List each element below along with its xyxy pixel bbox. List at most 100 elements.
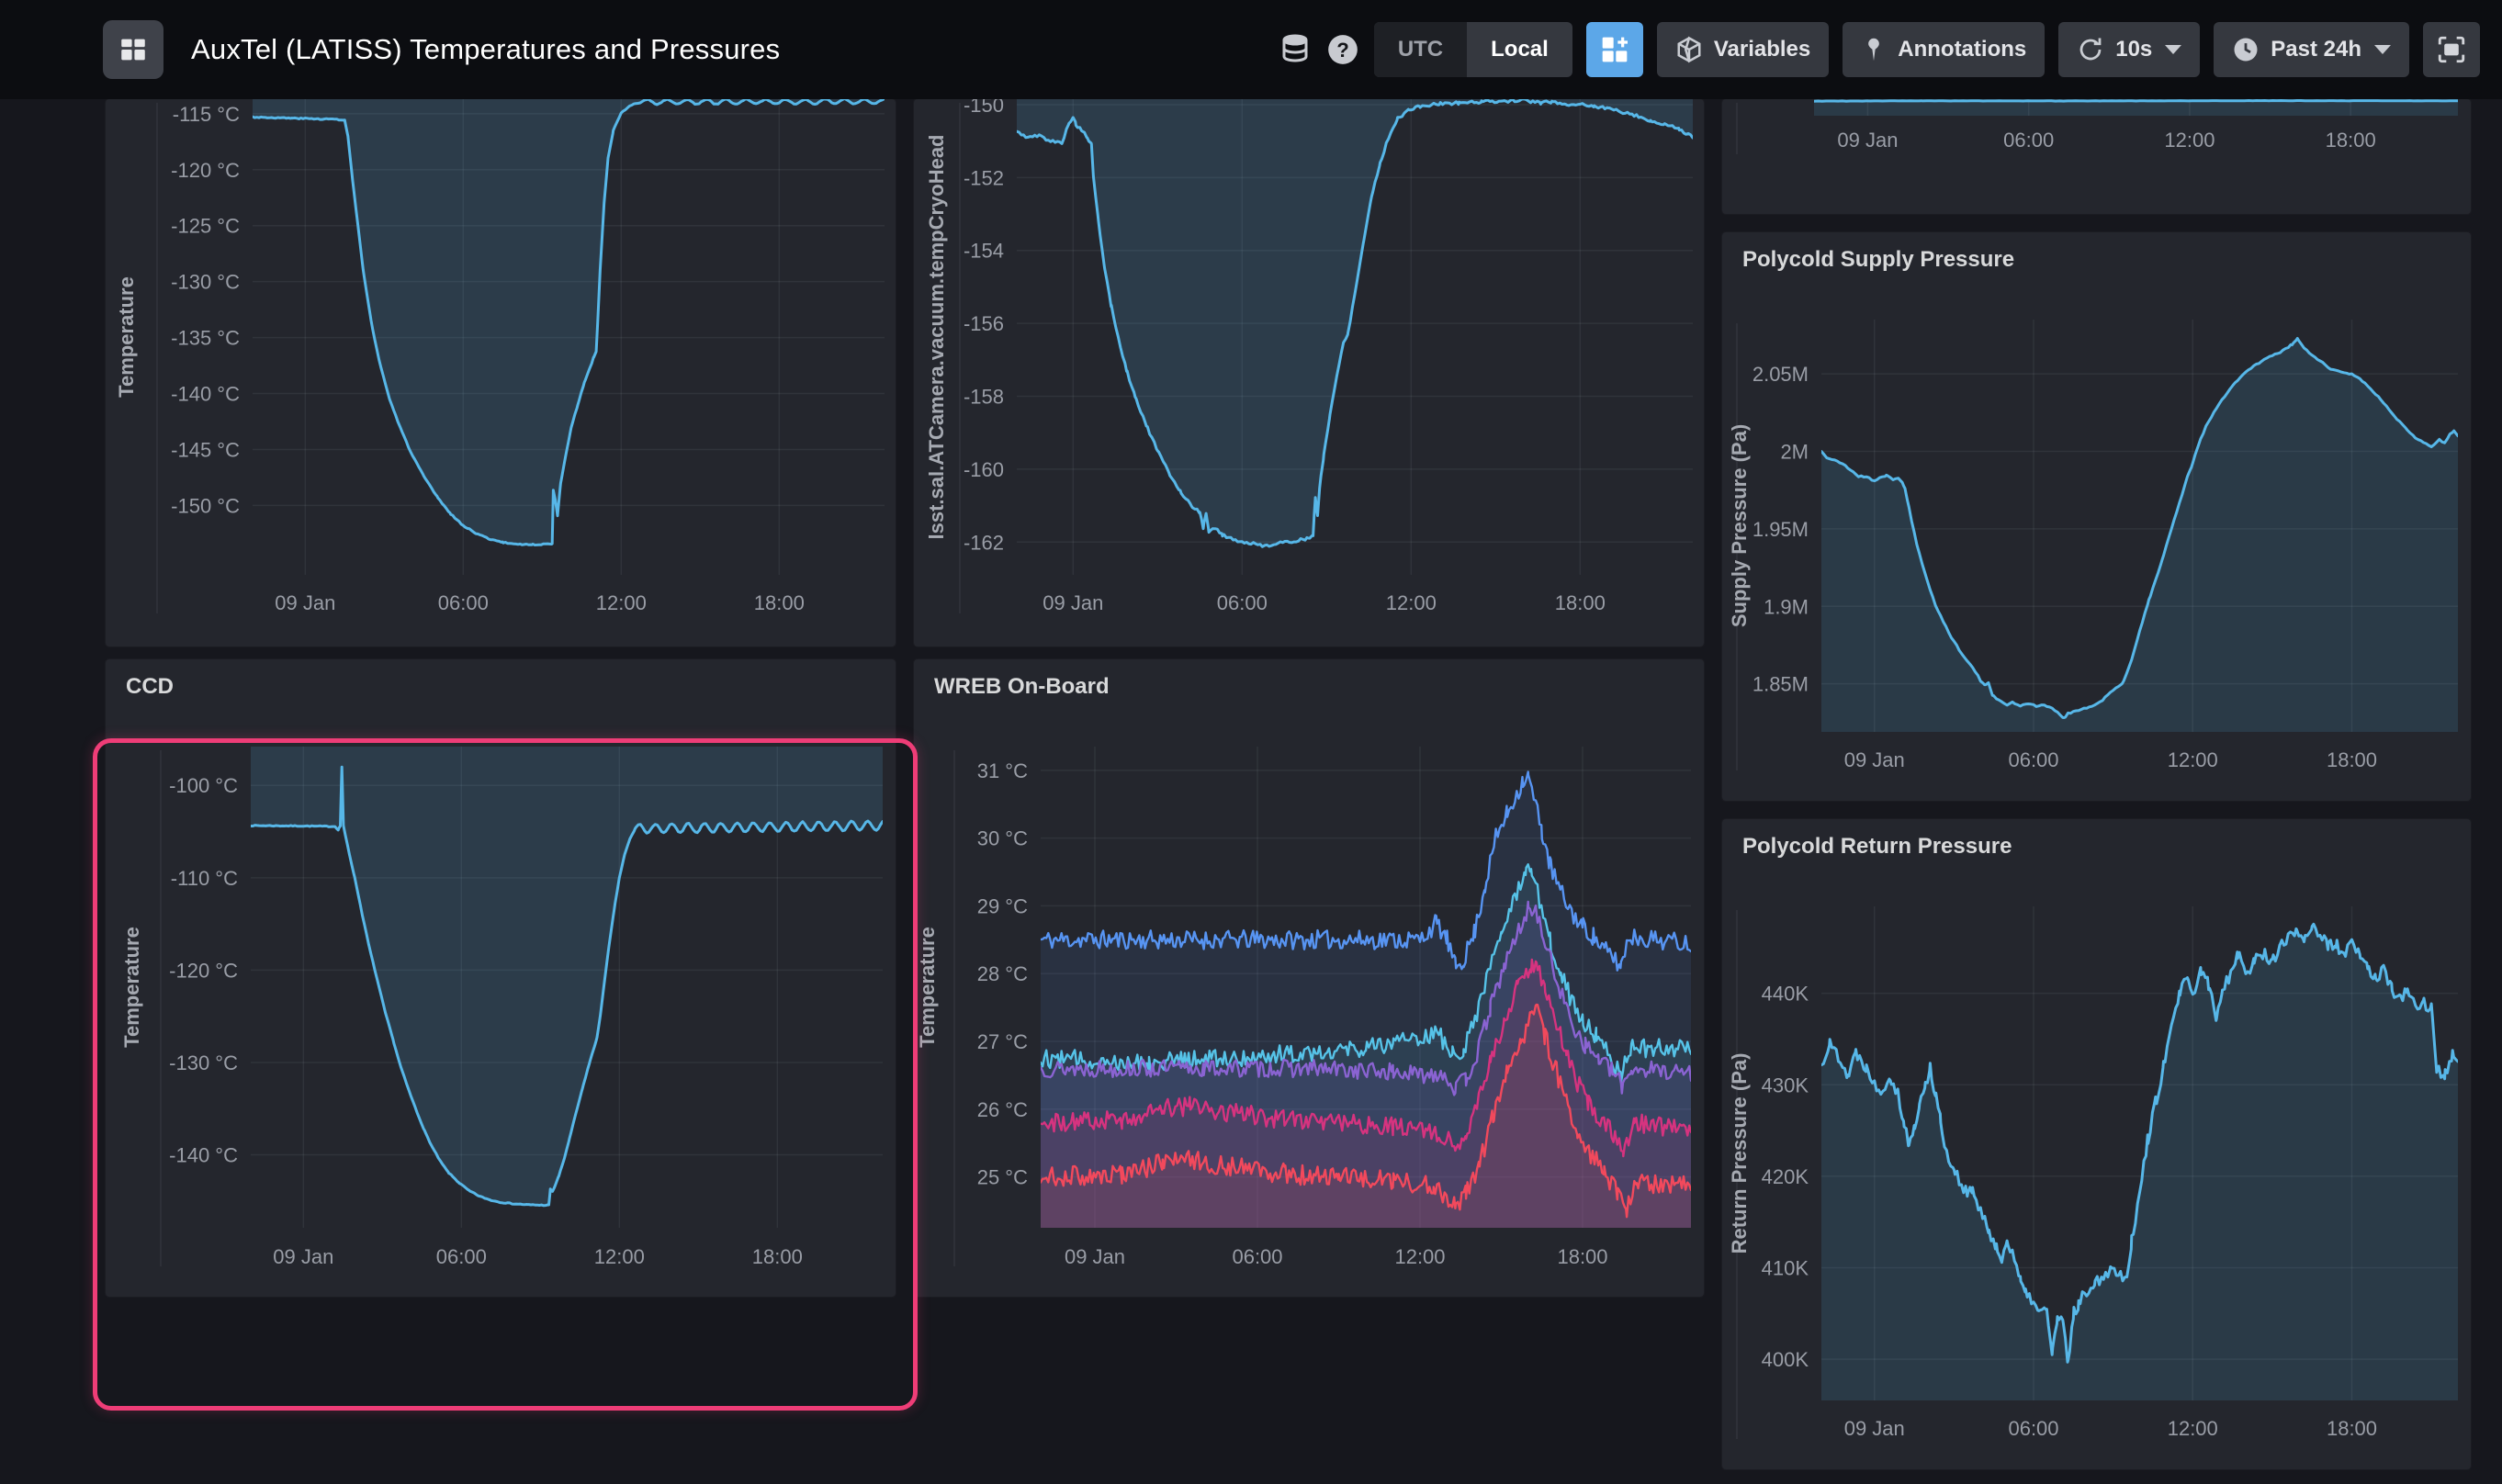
svg-text:-150: -150 — [964, 99, 1004, 117]
cryo-temperature-chart[interactable]: -115 °C-120 °C-125 °C-130 °C-135 °C-140 … — [106, 99, 896, 646]
database-icon — [1279, 33, 1312, 66]
svg-text:lsst.sal.ATCamera.vacuum.tempC: lsst.sal.ATCamera.vacuum.tempCryoHead — [925, 135, 948, 540]
clock-icon — [2232, 36, 2260, 63]
svg-text:06:00: 06:00 — [2003, 129, 2054, 152]
variables-button[interactable]: Variables — [1657, 22, 1829, 77]
panel-title-wreb[interactable]: WREB On-Board — [934, 674, 1110, 700]
svg-text:-110 °C: -110 °C — [171, 867, 238, 890]
svg-text:-150 °C: -150 °C — [171, 494, 240, 517]
svg-text:400K: 400K — [1762, 1348, 1809, 1371]
top-navbar: AuxTel (LATISS) Temperatures and Pressur… — [0, 0, 2502, 99]
help-button[interactable]: ? — [1325, 32, 1360, 67]
panel-cryo-temperature: -115 °C-120 °C-125 °C-130 °C-135 °C-140 … — [106, 99, 896, 646]
svg-text:-160: -160 — [964, 458, 1004, 481]
svg-text:28 °C: 28 °C — [977, 962, 1028, 985]
variables-label: Variables — [1714, 37, 1810, 62]
svg-text:06:00: 06:00 — [2008, 1417, 2058, 1440]
refresh-interval-button[interactable]: 10s — [2058, 22, 2200, 77]
svg-text:Temperature: Temperature — [115, 276, 138, 398]
svg-text:12:00: 12:00 — [2168, 748, 2218, 771]
svg-text:1.85M: 1.85M — [1753, 673, 1809, 696]
refresh-interval-label: 10s — [2115, 37, 2152, 62]
partial-pressure-chart[interactable]: 09 Jan 06:00 12:00 18:00 — [1722, 99, 2471, 214]
svg-text:Supply Pressure (Pa): Supply Pressure (Pa) — [1728, 424, 1751, 627]
svg-text:29 °C: 29 °C — [977, 894, 1028, 917]
annotations-button[interactable]: Annotations — [1843, 22, 2045, 77]
dashboards-grid-button[interactable] — [103, 20, 163, 79]
svg-text:30 °C: 30 °C — [977, 827, 1028, 850]
panel-title-return[interactable]: Polycold Return Pressure — [1742, 834, 2012, 860]
return-pressure-chart[interactable]: 440K430K420K410K400K09 Jan06:0012:0018:0… — [1722, 819, 2471, 1469]
svg-text:-145 °C: -145 °C — [171, 438, 240, 461]
svg-text:12:00: 12:00 — [1386, 591, 1437, 614]
svg-text:18:00: 18:00 — [1557, 1245, 1607, 1268]
svg-text:2.05M: 2.05M — [1753, 363, 1809, 386]
svg-text:410K: 410K — [1762, 1257, 1809, 1280]
time-range-label: Past 24h — [2271, 37, 2361, 62]
svg-text:-100 °C: -100 °C — [169, 774, 238, 797]
svg-text:09 Jan: 09 Jan — [275, 591, 335, 614]
svg-text:-130 °C: -130 °C — [169, 1051, 238, 1074]
svg-text:18:00: 18:00 — [752, 1245, 803, 1268]
dashboard-title: AuxTel (LATISS) Temperatures and Pressur… — [191, 33, 780, 66]
refresh-icon — [2077, 36, 2104, 63]
svg-text:09 Jan: 09 Jan — [1837, 129, 1898, 152]
svg-text:-158: -158 — [964, 386, 1004, 409]
ccd-chart[interactable]: -100 °C -110 °C -120 °C -130 °C -140 °C 09 Ja… — [106, 659, 896, 1297]
svg-text:12:00: 12:00 — [596, 591, 647, 614]
svg-text:-135 °C: -135 °C — [171, 327, 240, 350]
datasource-button[interactable] — [1279, 33, 1312, 66]
svg-text:-120 °C: -120 °C — [169, 959, 238, 982]
svg-text:09 Jan: 09 Jan — [1042, 591, 1103, 614]
svg-text:27 °C: 27 °C — [977, 1030, 1028, 1053]
svg-text:440K: 440K — [1762, 983, 1809, 1006]
svg-text:12:00: 12:00 — [2164, 129, 2215, 152]
dashboard-grid-icon — [118, 34, 149, 65]
panel-title-supply[interactable]: Polycold Supply Pressure — [1742, 247, 2014, 273]
svg-text:-156: -156 — [964, 312, 1004, 335]
timezone-utc-option[interactable]: UTC — [1374, 22, 1467, 77]
svg-text:12:00: 12:00 — [594, 1245, 645, 1268]
svg-text:18:00: 18:00 — [1555, 591, 1606, 614]
panel-temp-cryo-head: -150-152-154-156-158-160-16209 Jan06:001… — [914, 99, 1704, 646]
svg-text:-162: -162 — [964, 531, 1004, 554]
svg-text:18:00: 18:00 — [2326, 129, 2376, 152]
time-range-button[interactable]: Past 24h — [2214, 22, 2409, 77]
wreb-chart[interactable]: 31 °C30 °C29 °C28 °C27 °C26 °C25 °C09 Ja… — [914, 659, 1704, 1297]
svg-text:1.95M: 1.95M — [1753, 518, 1809, 541]
svg-text:09 Jan: 09 Jan — [273, 1245, 333, 1268]
add-panel-button[interactable] — [1586, 22, 1643, 77]
svg-text:Temperature: Temperature — [120, 927, 143, 1048]
panel-polycold-supply-pressure: Polycold Supply Pressure 2.05M2M1.95M1.9… — [1722, 232, 2471, 801]
svg-text:Return Pressure (Pa): Return Pressure (Pa) — [1728, 1053, 1751, 1254]
cube-icon — [1675, 36, 1703, 63]
svg-text:-152: -152 — [964, 166, 1004, 189]
svg-text:12:00: 12:00 — [2168, 1417, 2218, 1440]
svg-text:420K: 420K — [1762, 1165, 1809, 1188]
svg-text:1.9M: 1.9M — [1764, 595, 1809, 618]
pin-icon — [1861, 37, 1887, 62]
svg-text:-115 °C: -115 °C — [173, 103, 240, 126]
svg-text:09 Jan: 09 Jan — [1844, 1417, 1905, 1440]
chevron-down-icon — [2374, 45, 2391, 54]
temp-cryo-head-chart[interactable]: -150-152-154-156-158-160-16209 Jan06:001… — [914, 99, 1704, 646]
svg-text:12:00: 12:00 — [1394, 1245, 1445, 1268]
svg-text:18:00: 18:00 — [754, 591, 805, 614]
add-panel-icon — [1600, 35, 1629, 64]
chevron-down-icon — [2165, 45, 2181, 54]
svg-text:-125 °C: -125 °C — [171, 215, 240, 238]
annotations-label: Annotations — [1898, 37, 2026, 62]
panel-title-ccd[interactable]: CCD — [126, 674, 174, 700]
svg-text:-140 °C: -140 °C — [169, 1144, 238, 1167]
fullscreen-icon — [2436, 34, 2467, 65]
timezone-toggle[interactable]: UTC Local — [1374, 22, 1572, 77]
svg-text:Temperature: Temperature — [916, 927, 939, 1048]
kiosk-mode-button[interactable] — [2423, 22, 2480, 77]
svg-text:06:00: 06:00 — [1232, 1245, 1282, 1268]
panel-ccd: CCD -100 °C -110 °C -120 °C -130 °C -140 °C 0… — [106, 659, 896, 1297]
supply-pressure-chart[interactable]: 2.05M2M1.95M1.9M1.85M09 Jan06:0012:0018:… — [1722, 232, 2471, 801]
timezone-local-option[interactable]: Local — [1467, 22, 1572, 77]
svg-text:?: ? — [1336, 39, 1349, 62]
svg-text:31 °C: 31 °C — [977, 759, 1028, 782]
svg-text:18:00: 18:00 — [2327, 1417, 2377, 1440]
